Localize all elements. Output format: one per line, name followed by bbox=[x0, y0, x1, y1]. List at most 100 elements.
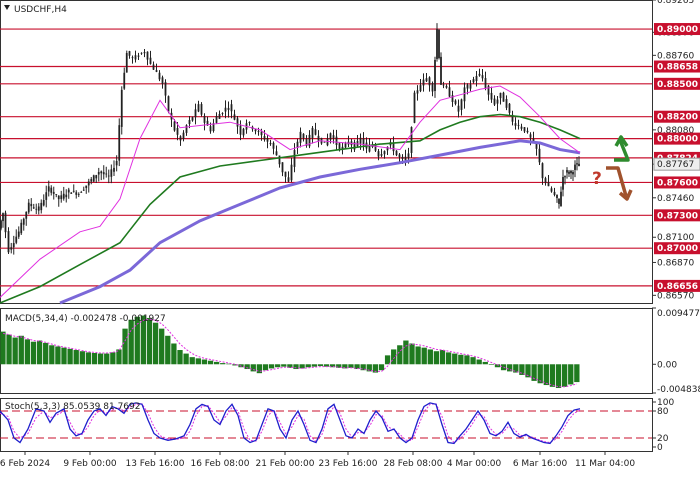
macd-bar bbox=[293, 364, 299, 370]
candle-body bbox=[383, 151, 386, 155]
level-price-label: 0.88000 bbox=[657, 135, 698, 145]
level-price-label: 0.87300 bbox=[657, 211, 698, 221]
macd-bar bbox=[378, 364, 385, 371]
candle-body bbox=[194, 109, 197, 118]
candle-body bbox=[227, 107, 230, 110]
candle-body bbox=[523, 127, 526, 132]
time-tick-label: 6 Mar 16:00 bbox=[513, 459, 568, 469]
macd-bar bbox=[305, 364, 311, 368]
candle-body bbox=[85, 185, 88, 189]
candle-body bbox=[239, 125, 242, 135]
macd-bar bbox=[177, 350, 183, 365]
candle-body bbox=[25, 211, 28, 219]
candle-body bbox=[65, 194, 68, 198]
macd-bar bbox=[415, 346, 421, 365]
stoch-label: Stoch(5,3,3) 85.0539 81.7692 bbox=[5, 402, 140, 412]
macd-bar bbox=[73, 350, 79, 365]
candle-body bbox=[442, 84, 445, 86]
candle-body bbox=[12, 243, 15, 248]
candle-body bbox=[278, 155, 281, 165]
candle-body bbox=[544, 178, 547, 184]
candle-body bbox=[469, 84, 472, 89]
time-tick-label: 13 Feb 16:00 bbox=[125, 459, 184, 469]
macd-bar bbox=[574, 364, 580, 383]
macd-bar bbox=[403, 340, 409, 365]
candle-body bbox=[547, 182, 550, 187]
candle-body bbox=[496, 99, 499, 104]
candle-body bbox=[404, 156, 407, 161]
price-tick-label: 0.86570 bbox=[657, 291, 694, 301]
candle-body bbox=[4, 212, 7, 233]
macd-bar bbox=[256, 364, 263, 374]
candle-body bbox=[209, 126, 212, 132]
macd-bar bbox=[49, 345, 55, 365]
candle-body bbox=[57, 195, 60, 200]
candle-body bbox=[578, 163, 580, 167]
macd-bar bbox=[152, 322, 159, 365]
candle-body bbox=[60, 195, 63, 200]
candle-body bbox=[572, 171, 574, 175]
macd-bar bbox=[299, 364, 305, 369]
macd-bar bbox=[470, 357, 476, 365]
macd-bar bbox=[110, 352, 116, 365]
candle-body bbox=[323, 141, 326, 143]
candle-body bbox=[293, 150, 296, 167]
time-tick-label: 11 Mar 04:00 bbox=[575, 459, 635, 469]
candle-body bbox=[311, 127, 314, 139]
candle-body bbox=[118, 125, 121, 161]
candle-body bbox=[62, 193, 65, 199]
candle-body bbox=[197, 104, 200, 112]
level-price-label: 0.88500 bbox=[657, 80, 698, 90]
macd-tick-label: 0.00 bbox=[657, 360, 677, 370]
macd-bar bbox=[6, 334, 12, 365]
candle-body bbox=[538, 148, 541, 163]
macd-bar bbox=[427, 349, 433, 365]
candle-body bbox=[392, 143, 395, 152]
candle-body bbox=[460, 99, 463, 110]
candle-body bbox=[92, 175, 95, 182]
macd-bar bbox=[568, 364, 574, 385]
candle-body bbox=[566, 170, 568, 173]
candle-body bbox=[52, 191, 55, 194]
macd-bar bbox=[244, 364, 250, 370]
macd-bar bbox=[433, 351, 440, 365]
ma-slow-line bbox=[59, 139, 581, 305]
candle-body bbox=[419, 85, 422, 92]
candle-body bbox=[499, 92, 502, 99]
candle-body bbox=[102, 172, 105, 175]
macd-bar bbox=[421, 347, 427, 365]
macd-bar bbox=[36, 340, 43, 365]
candle-body bbox=[82, 189, 85, 191]
candle-body bbox=[475, 75, 478, 82]
candle-body bbox=[149, 57, 152, 64]
macd-tick-label: 0.009477 bbox=[657, 309, 700, 319]
macd-bar bbox=[85, 352, 92, 365]
macd-bar bbox=[458, 354, 464, 365]
ma-mid-line bbox=[0, 113, 581, 304]
price-tick-label: 0.87100 bbox=[657, 233, 694, 243]
candle-body bbox=[438, 29, 440, 59]
candle-body bbox=[410, 127, 413, 153]
candle-body bbox=[20, 222, 23, 234]
candle-body bbox=[478, 73, 481, 76]
candle-body bbox=[55, 194, 58, 195]
candle-body bbox=[72, 190, 75, 192]
candle-body bbox=[32, 207, 35, 209]
candle-body bbox=[481, 75, 484, 79]
price-tick-label: 0.86870 bbox=[657, 258, 694, 268]
macd-bar bbox=[195, 358, 201, 365]
candle-body bbox=[398, 154, 401, 158]
candle-body bbox=[556, 194, 558, 199]
candle-body bbox=[176, 128, 179, 135]
candle-body bbox=[95, 175, 98, 179]
macd-bar bbox=[384, 355, 391, 365]
candle-body bbox=[42, 200, 45, 206]
macd-bar bbox=[122, 328, 128, 365]
candle-body bbox=[30, 203, 33, 207]
candle-body bbox=[2, 213, 4, 222]
macd-bar bbox=[317, 364, 324, 367]
candle-body bbox=[380, 154, 383, 156]
macd-bar bbox=[268, 364, 275, 369]
candle-body bbox=[440, 56, 442, 85]
candle-body bbox=[131, 57, 134, 59]
